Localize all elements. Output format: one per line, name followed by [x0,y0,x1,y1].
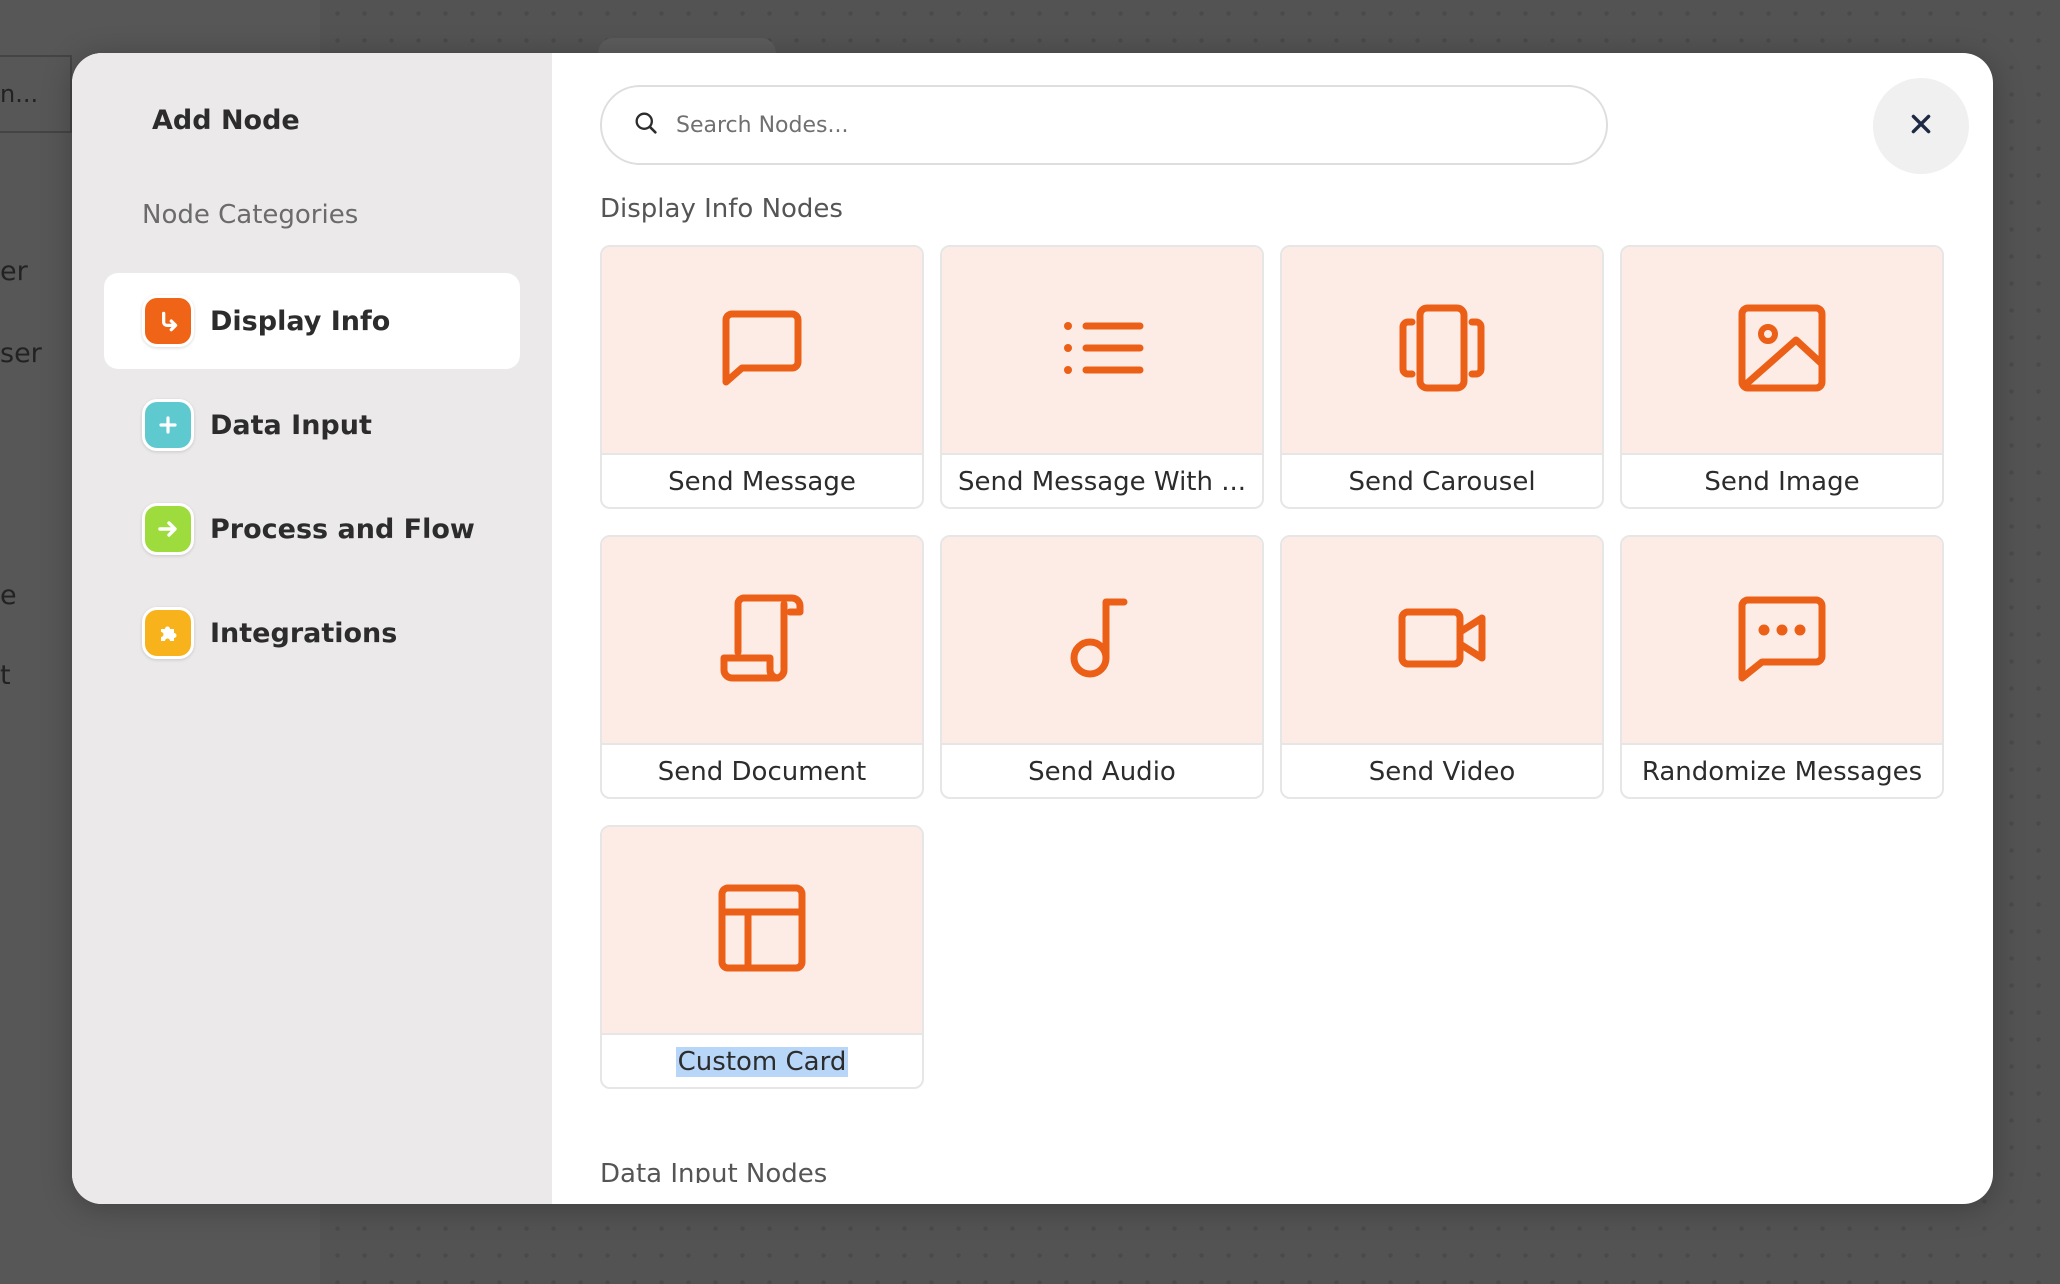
node-card-send-message-with-list[interactable]: Send Message With ... [940,245,1264,509]
plus-icon [142,399,194,451]
node-label: Send Video [1368,757,1516,787]
list-icon [1054,300,1150,400]
music-note-icon [1054,590,1150,690]
node-label: Send Message With ... [957,467,1247,497]
background-text: ser [0,338,42,369]
node-card-send-video[interactable]: Send Video [1280,535,1604,799]
background-text: e [0,580,17,611]
category-label: Process and Flow [210,513,475,545]
category-label: Data Input [210,409,372,441]
search-input[interactable] [676,112,1576,138]
node-card-send-image[interactable]: Send Image [1620,245,1944,509]
arrow-corner-down-right-icon [142,295,194,347]
category-sidebar: Add Node Node Categories Display Info Da… [72,53,552,1204]
background-text: n... [0,80,39,108]
background-text: t [0,660,11,691]
video-camera-icon [1394,590,1490,690]
modal-title: Add Node [152,105,300,136]
node-label: Send Image [1704,467,1860,497]
categories-heading: Node Categories [142,200,359,230]
layout-icon [714,880,810,980]
node-card-randomize-messages[interactable]: Randomize Messages [1620,535,1944,799]
background-text: er [0,256,28,287]
section-title-data-input: Data Input Nodes [600,1159,828,1183]
category-label: Integrations [210,617,398,649]
node-card-send-audio[interactable]: Send Audio [940,535,1264,799]
category-process-and-flow[interactable]: Process and Flow [104,481,520,577]
node-label: Custom Card [602,1035,922,1087]
search-icon [632,109,660,141]
arrow-right-icon [142,503,194,555]
search-bar[interactable] [600,85,1608,165]
node-label: Send Audio [1028,757,1176,787]
message-dots-icon [1734,590,1830,690]
node-label: Randomize Messages [1641,757,1923,787]
message-square-icon [714,300,810,400]
category-data-input[interactable]: Data Input [104,377,520,473]
node-browser: Display Info Nodes Send Message Send Mes… [552,53,1993,1204]
add-node-modal: Add Node Node Categories Display Info Da… [72,53,1993,1204]
close-button[interactable] [1873,78,1969,174]
selected-text: Custom Card [675,1047,849,1077]
node-label: Send Document [657,757,867,787]
node-card-send-message[interactable]: Send Message [600,245,924,509]
category-display-info[interactable]: Display Info [104,273,520,369]
node-card-custom-card[interactable]: Custom Card [600,825,924,1089]
section-title-display-info: Display Info Nodes [600,194,843,224]
node-card-send-carousel[interactable]: Send Carousel [1280,245,1604,509]
node-label: Send Message [668,467,856,497]
carousel-icon [1394,300,1490,400]
scroll-document-icon [714,590,810,690]
category-integrations[interactable]: Integrations [104,585,520,681]
image-icon [1734,300,1830,400]
node-card-send-document[interactable]: Send Document [600,535,924,799]
close-icon [1908,111,1934,141]
node-label: Send Carousel [1348,467,1536,497]
puzzle-icon [142,607,194,659]
category-label: Display Info [210,305,391,337]
